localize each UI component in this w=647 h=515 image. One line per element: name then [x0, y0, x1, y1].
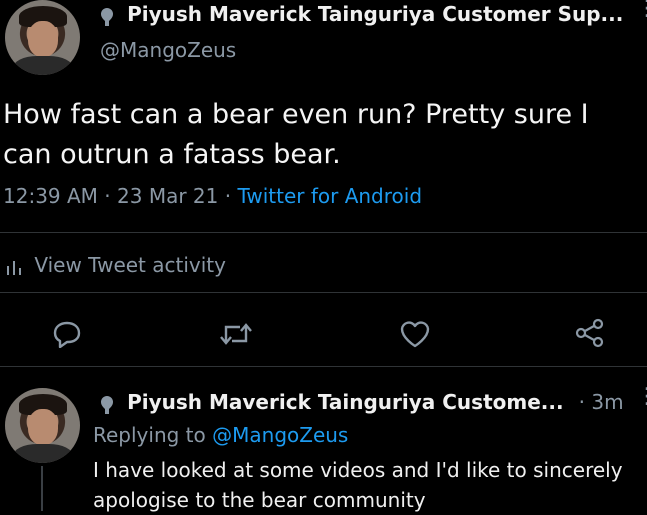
share-icon[interactable]	[574, 318, 606, 348]
reply-avatar[interactable]	[5, 388, 80, 463]
pin-icon	[100, 7, 114, 27]
tweet-text-line: can outrun a fatass bear.	[3, 139, 341, 170]
divider	[0, 292, 647, 293]
divider	[0, 232, 647, 233]
more-options-icon[interactable]: ⋮	[636, 0, 647, 20]
tweet-source-link[interactable]: Twitter for Android	[237, 184, 422, 208]
like-icon[interactable]	[399, 320, 431, 348]
view-tweet-activity-button[interactable]: View Tweet activity	[6, 253, 226, 277]
view-tweet-activity-label: View Tweet activity	[34, 253, 226, 277]
replying-to-handle[interactable]: @MangoZeus	[212, 423, 348, 447]
avatar[interactable]	[5, 0, 80, 75]
tweet-text: How fast can a bear even run? Pretty sur…	[3, 95, 589, 175]
thread-line	[41, 466, 43, 511]
meta-separator: ·	[104, 184, 111, 208]
reply-author-row[interactable]: Piyush Maverick Tainguriya Custome... · …	[100, 390, 624, 415]
analytics-icon	[6, 258, 22, 276]
reply-icon[interactable]	[52, 320, 82, 348]
replying-to: Replying to @MangoZeus	[93, 423, 348, 447]
meta-separator: ·	[224, 184, 232, 208]
pin-icon	[100, 395, 114, 415]
reply-author-name[interactable]: Piyush Maverick Tainguriya Custome...	[127, 390, 563, 414]
reply-more-options-icon[interactable]: ⋮	[636, 386, 647, 408]
reply-text: I have looked at some videos and I'd lik…	[93, 455, 623, 515]
divider	[0, 366, 647, 367]
tweet-meta: 12:39 AM · 23 Mar 21 · Twitter for Andro…	[3, 184, 422, 208]
reply-time: · 3m	[578, 390, 624, 414]
author-name-row[interactable]: Piyush Maverick Tainguriya Customer Sup.…	[100, 2, 623, 27]
replying-to-label: Replying to	[93, 423, 206, 447]
tweet-date: 23 Mar 21	[117, 184, 219, 208]
tweet-text-line: How fast can a bear even run? Pretty sur…	[3, 99, 589, 130]
tweet-time: 12:39 AM	[3, 184, 98, 208]
reply-text-line: I have looked at some videos and I'd lik…	[93, 458, 623, 482]
author-name[interactable]: Piyush Maverick Tainguriya Customer Sup.…	[127, 2, 623, 26]
author-handle[interactable]: @MangoZeus	[100, 38, 236, 62]
retweet-icon[interactable]	[218, 320, 254, 348]
